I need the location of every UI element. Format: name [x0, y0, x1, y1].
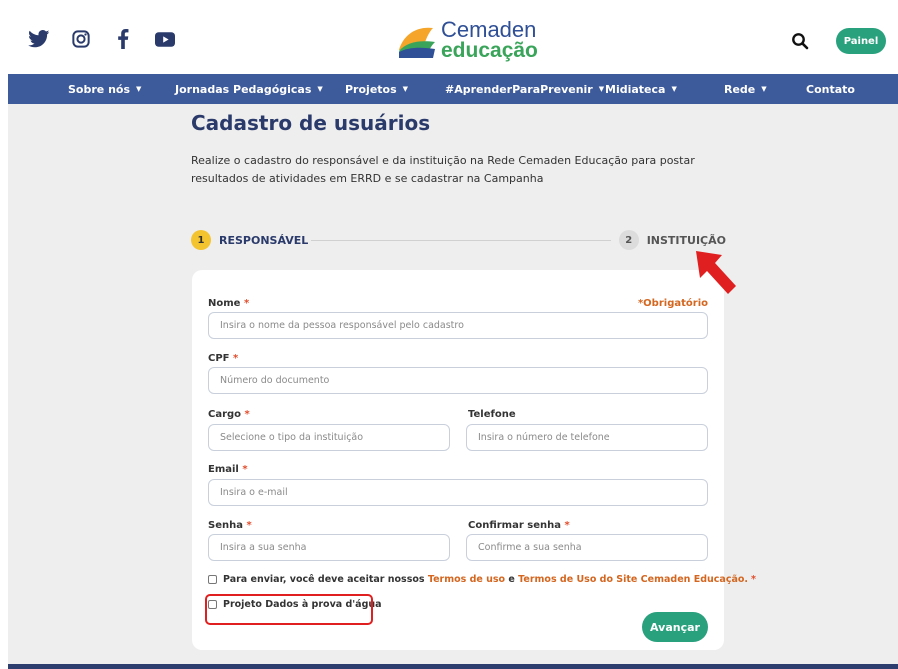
logo-line-1: Cemaden: [441, 17, 537, 42]
caret-down-icon: ▼: [598, 85, 605, 93]
nav-item-contato[interactable]: Contato: [806, 74, 855, 104]
nav-item-rede[interactable]: Rede ▼: [724, 74, 767, 104]
step-number-badge: 1: [191, 230, 211, 250]
step-label: RESPONSÁVEL: [219, 233, 309, 247]
senha-label: Senha *: [208, 520, 252, 531]
caret-down-icon: ▼: [671, 85, 677, 93]
cargo-label-text: Cargo: [208, 409, 242, 420]
registration-form-card: *Obrigatório Nome * CPF * Cargo * Telefo…: [192, 270, 756, 650]
site-terms-link[interactable]: Termos de Uso do Site Cemaden Educação.: [518, 574, 748, 585]
page-title: Cadastro de usuários: [191, 111, 431, 135]
cpf-label-text: CPF: [208, 353, 230, 364]
senha-label-text: Senha: [208, 520, 243, 531]
required-mark: *: [242, 464, 248, 475]
terms-prefix: Para enviar, você deve aceitar nossos: [223, 574, 425, 585]
nav-item-midiateca[interactable]: Midiateca ▼: [605, 74, 677, 104]
nav-item-sobre-nos[interactable]: Sobre nós ▼: [68, 74, 141, 104]
terms-link[interactable]: Termos de uso: [428, 574, 505, 585]
youtube-icon[interactable]: [154, 28, 176, 50]
required-mark: *: [564, 520, 570, 531]
nav-item-aprender[interactable]: #AprenderParaPrevenir ▼: [445, 74, 604, 104]
required-note: *Obrigatório: [637, 298, 708, 309]
telefone-label: Telefone: [468, 409, 516, 420]
terms-checkbox[interactable]: [208, 575, 217, 584]
cargo-label: Cargo *: [208, 409, 250, 420]
email-input[interactable]: [208, 479, 708, 506]
nav-label: Projetos: [345, 82, 397, 96]
nav-label: Contato: [806, 82, 855, 96]
nav-label: Rede: [724, 82, 756, 96]
step-label: INSTITUIÇÃO: [646, 233, 726, 247]
confirmar-senha-label: Confirmar senha *: [468, 520, 570, 531]
facebook-icon[interactable]: [112, 28, 134, 50]
logo-text: Cemaden educação: [441, 17, 538, 62]
main-nav: Sobre nós ▼ Jornadas Pedagógicas ▼ Proje…: [8, 74, 898, 104]
required-mark: *: [246, 520, 252, 531]
caret-down-icon: ▼: [402, 85, 409, 93]
nav-label: Sobre nós: [68, 82, 131, 96]
terms-and: e: [508, 574, 515, 585]
step-responsavel[interactable]: 1 RESPONSÁVEL: [191, 230, 308, 250]
stepper-line: [311, 240, 611, 241]
footer-bar: [8, 664, 898, 669]
required-mark: *: [244, 409, 250, 420]
cargo-select[interactable]: [208, 424, 450, 451]
painel-button[interactable]: Painel: [836, 28, 886, 54]
required-mark: *: [751, 574, 756, 585]
nome-input[interactable]: [208, 312, 708, 339]
confirmar-label-text: Confirmar senha: [468, 520, 561, 531]
caret-down-icon: ▼: [317, 85, 323, 93]
nav-item-projetos[interactable]: Projetos ▼: [345, 74, 408, 104]
terms-row: Para enviar, você deve aceitar nossos Te…: [208, 574, 756, 585]
required-mark: *: [232, 353, 239, 364]
annotation-highlight-box: [205, 594, 373, 625]
page: Cemaden educação Painel Sobre nós ▼ Jorn…: [8, 8, 898, 669]
avancar-button[interactable]: Avançar: [642, 612, 708, 642]
step-number-badge: 2: [618, 230, 639, 250]
site-logo[interactable]: Cemaden educação: [397, 19, 538, 61]
caret-down-icon: ▼: [761, 85, 767, 93]
nav-label: Jornadas Pedagógicas: [175, 82, 312, 96]
email-label-text: Email: [208, 464, 239, 475]
nav-item-jornadas[interactable]: Jornadas Pedagógicas ▼: [175, 74, 323, 104]
top-header: Cemaden educação Painel: [8, 8, 898, 74]
nav-label: Midiateca: [605, 82, 666, 96]
telefone-input[interactable]: [466, 424, 708, 451]
senha-input[interactable]: [208, 534, 450, 561]
search-icon[interactable]: [791, 32, 809, 50]
caret-down-icon: ▼: [136, 85, 142, 93]
page-description: Realize o cadastro do responsável e da i…: [191, 154, 695, 185]
social-links: [28, 28, 176, 50]
required-mark: *: [243, 298, 250, 309]
twitter-icon[interactable]: [28, 28, 50, 50]
logo-mark-icon: [399, 27, 435, 58]
confirmar-senha-input[interactable]: [466, 534, 708, 561]
nome-label: Nome *: [208, 298, 249, 309]
logo-line-2: educação: [441, 39, 538, 62]
instagram-icon[interactable]: [70, 28, 92, 50]
telefone-label-text: Telefone: [468, 409, 516, 420]
stepper: 1 RESPONSÁVEL 2 INSTITUIÇÃO: [191, 230, 726, 252]
nav-label: #AprenderParaPrevenir: [445, 82, 593, 96]
nome-label-text: Nome: [208, 298, 241, 309]
email-label: Email *: [208, 464, 248, 475]
cpf-label: CPF *: [208, 353, 238, 364]
cpf-input[interactable]: [208, 367, 708, 394]
annotation-arrow-icon: [696, 251, 736, 294]
